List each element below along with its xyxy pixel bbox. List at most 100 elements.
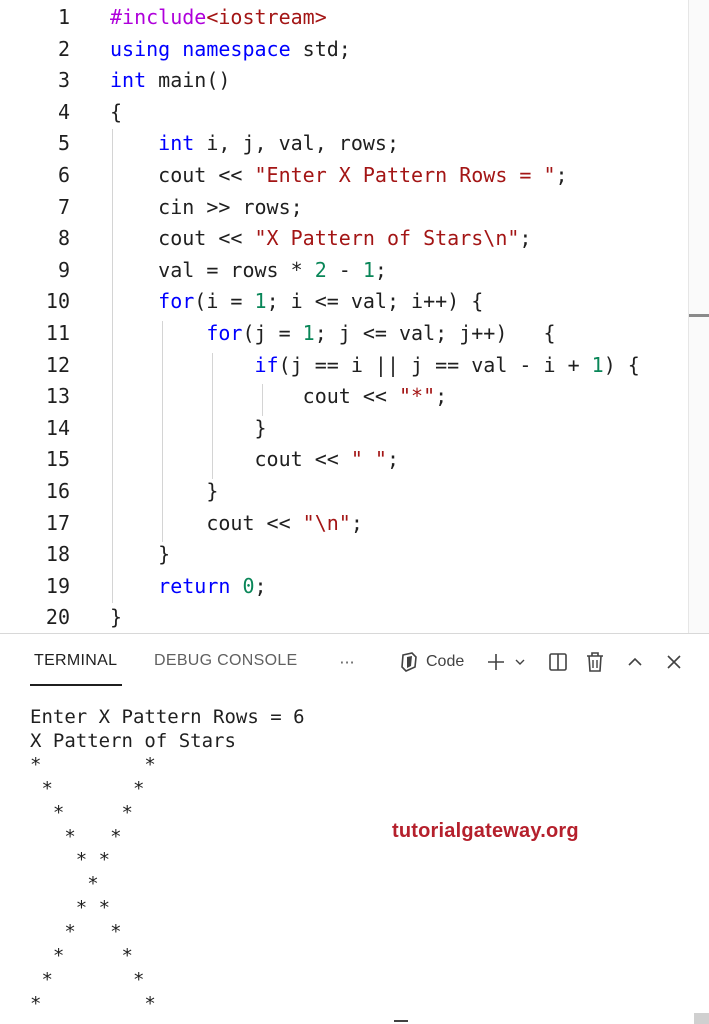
code-text: return 0; — [110, 573, 267, 598]
code-line[interactable]: 11 for(j = 1; j <= val; j++) { — [0, 317, 690, 349]
code-token: int — [158, 131, 207, 156]
active-tab-indicator — [30, 684, 122, 686]
terminal-line: * * — [30, 992, 156, 1015]
code-token: (i = — [194, 289, 255, 314]
code-token: (j = — [242, 321, 303, 345]
code-token: ; — [435, 384, 448, 409]
shell-label: Code — [426, 653, 465, 670]
code-line[interactable]: 6 cout << "Enter X Pattern Rows = "; — [0, 159, 690, 191]
code-line[interactable]: 10 for(i = 1; i <= val; i++) { — [0, 285, 690, 317]
line-number: 15 — [45, 447, 70, 472]
line-number: 16 — [45, 479, 70, 503]
code-token: cout << — [110, 384, 399, 409]
code-token: 1 — [362, 257, 375, 282]
code-line[interactable]: 12 if(j == i || j == val - i + 1) { — [0, 349, 690, 381]
code-token: (j == i || j == val - i + — [278, 352, 592, 377]
code-token: ; — [519, 226, 532, 251]
plus-icon[interactable] — [484, 648, 508, 676]
code-text: int i, j, val, rows; — [110, 131, 399, 155]
code-token: i, j, val, rows; — [206, 131, 399, 156]
code-token: cout << — [110, 447, 351, 472]
code-text: } — [110, 479, 218, 503]
code-line[interactable]: 4{ — [0, 96, 690, 128]
indent-guide — [162, 321, 163, 542]
code-line[interactable]: 9 val = rows * 2 - 1; — [0, 254, 690, 286]
code-token: cout << — [110, 226, 255, 251]
code-token: } — [110, 479, 219, 503]
code-line[interactable]: 19 return 0; — [0, 570, 690, 602]
code-token: using namespace — [110, 36, 303, 61]
code-line[interactable]: 13 cout << "*"; — [0, 380, 690, 412]
code-text: cout << "X Pattern of Stars\n"; — [110, 226, 531, 250]
code-line[interactable]: 14 } — [0, 412, 690, 444]
code-line[interactable]: 16 } — [0, 475, 690, 507]
code-token: for — [206, 321, 243, 345]
code-editor[interactable]: 1 #include<iostream> 2 using namespace std;… — [0, 0, 709, 633]
code-token: for — [158, 289, 195, 314]
code-token: ; j <= val; j++) { — [314, 321, 556, 345]
indent-guide — [112, 129, 113, 603]
code-token: } — [110, 415, 267, 440]
line-number: 18 — [45, 542, 70, 567]
line-number: 14 — [45, 415, 70, 440]
code-token: } — [110, 542, 171, 567]
code-line[interactable]: 17 cout << "\n"; — [0, 507, 690, 539]
code-token: ; i <= val; i++) { — [266, 289, 484, 314]
tab-debug-console[interactable]: DEBUG CONSOLE — [154, 652, 298, 670]
code-text: for(j = 1; j <= val; j++) { — [110, 321, 556, 345]
line-number: 11 — [45, 321, 70, 345]
chevron-down-icon[interactable] — [512, 648, 528, 676]
code-token: - — [326, 257, 363, 282]
bottom-panel: TERMINAL DEBUG CONSOLE ··· Code Enter X … — [0, 633, 709, 1024]
line-number: 6 — [57, 163, 70, 187]
code-token: ; — [555, 163, 568, 187]
code-line[interactable]: 2 using namespace std; — [0, 33, 690, 65]
code-text: } — [110, 542, 170, 566]
chevron-up-icon[interactable] — [623, 648, 647, 676]
code-line[interactable]: 15 cout << " "; — [0, 443, 690, 475]
code-line[interactable]: 8 cout << "X Pattern of Stars\n"; — [0, 222, 690, 254]
terminal-scrollbar[interactable] — [694, 1013, 709, 1024]
code-token: cout << — [110, 510, 303, 535]
code-line[interactable]: 3 int main() — [0, 64, 690, 96]
code-text: } — [110, 605, 122, 629]
terminal-line: * * — [30, 921, 122, 944]
watermark-logo: tutorialgateway.org — [392, 820, 579, 842]
code-line[interactable]: 1 #include<iostream> — [0, 1, 690, 33]
terminal-line: * * — [30, 968, 145, 991]
split-icon[interactable] — [546, 648, 570, 676]
tab-terminal[interactable]: TERMINAL — [34, 652, 117, 670]
line-number: 17 — [45, 510, 70, 535]
shell-selector[interactable]: Code — [398, 648, 464, 676]
line-number: 13 — [45, 384, 70, 409]
terminal-line: * * — [30, 945, 133, 967]
code-token: return — [158, 573, 243, 598]
terminal-line: * * — [30, 849, 111, 872]
terminal-line: * * — [30, 753, 156, 776]
code-token: ; — [254, 573, 267, 598]
code-token: { — [110, 99, 123, 124]
close-icon[interactable] — [662, 648, 686, 676]
line-number: 12 — [45, 352, 70, 377]
line-number: 1 — [57, 5, 70, 29]
code-token: "\n" — [302, 510, 351, 535]
code-line[interactable]: 7 cin >> rows; — [0, 191, 690, 223]
trash-icon[interactable] — [583, 648, 607, 676]
code-line[interactable]: 18 } — [0, 538, 690, 570]
code-token: if — [254, 352, 279, 377]
line-number: 5 — [57, 131, 70, 156]
code-line[interactable]: 20} — [0, 601, 690, 633]
more-icon[interactable]: ··· — [334, 648, 360, 676]
code-text: cout << "Enter X Pattern Rows = "; — [110, 163, 568, 187]
code-token: } — [110, 605, 123, 630]
code-line[interactable]: 5 int i, j, val, rows; — [0, 127, 690, 159]
editor-scrollbar[interactable] — [688, 0, 709, 633]
code-token: ; — [350, 510, 363, 535]
line-number: 7 — [57, 194, 70, 219]
code-token: ; — [386, 447, 399, 472]
code-text: { — [110, 100, 122, 124]
terminal-output[interactable]: Enter X Pattern Rows = 6X Pattern of Sta… — [30, 706, 690, 1016]
